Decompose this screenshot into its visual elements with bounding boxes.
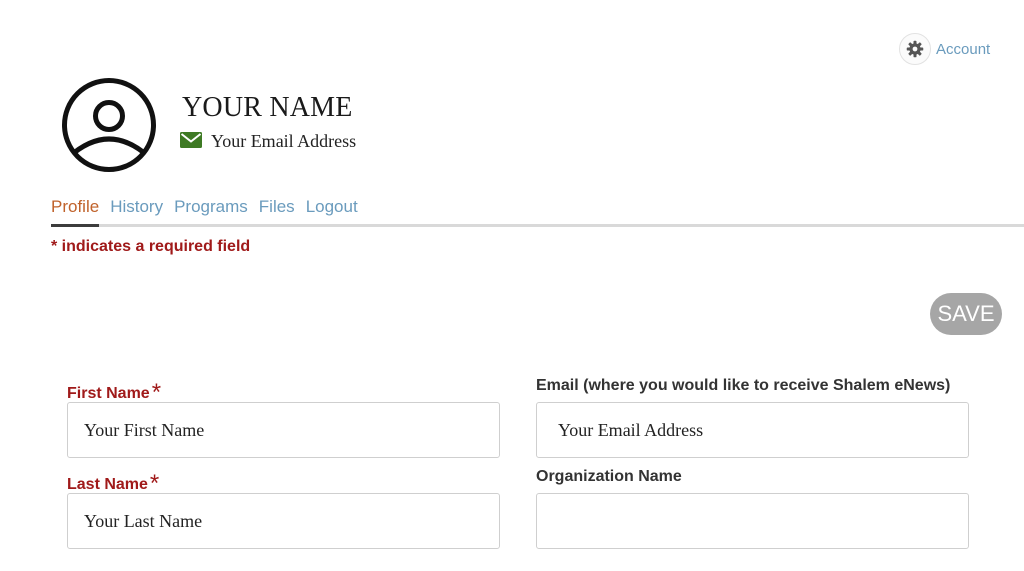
email-input[interactable]	[536, 402, 969, 458]
last-name-input[interactable]	[67, 493, 500, 549]
mail-icon	[180, 131, 202, 148]
tab-history[interactable]: History	[110, 196, 163, 224]
last-name-label: Last Name*	[67, 468, 159, 497]
account-label[interactable]: Account	[936, 41, 990, 58]
profile-email: Your Email Address	[211, 131, 357, 151]
tab-files[interactable]: Files	[259, 196, 295, 224]
profile-tabs: Profile History Programs Files Logout	[51, 196, 1024, 227]
tab-programs[interactable]: Programs	[174, 196, 248, 224]
required-field-note: * indicates a required field	[51, 238, 251, 255]
tab-logout[interactable]: Logout	[306, 196, 358, 224]
organization-input[interactable]	[536, 493, 969, 549]
tab-profile[interactable]: Profile	[51, 196, 100, 227]
last-name-label-text: Last Name	[67, 476, 148, 493]
profile-name: YOUR NAME	[182, 92, 353, 123]
email-label: Email (where you would like to receive S…	[536, 377, 951, 394]
gear-icon[interactable]	[899, 33, 931, 65]
first-name-label: First Name*	[67, 377, 161, 406]
profile-email-row: Your Email Address	[180, 129, 357, 151]
save-button[interactable]: SAVE	[930, 293, 1002, 335]
first-name-input[interactable]	[67, 402, 500, 458]
organization-label: Organization Name	[536, 468, 682, 485]
first-name-label-text: First Name	[67, 385, 150, 402]
user-circle-icon	[61, 77, 157, 173]
account-link[interactable]: Account	[899, 33, 990, 65]
